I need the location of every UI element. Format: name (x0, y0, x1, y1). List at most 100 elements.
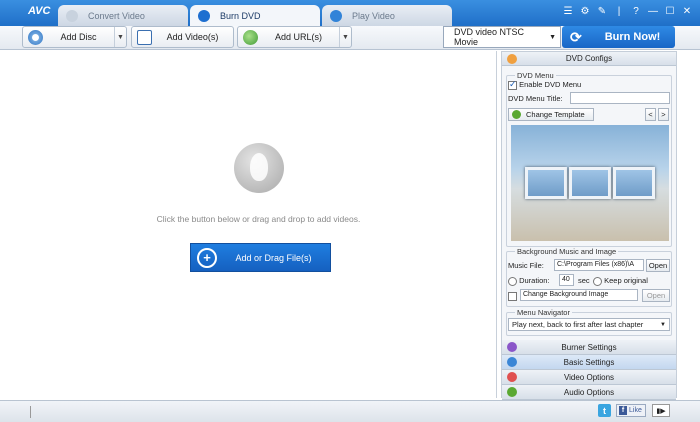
add-disc-button[interactable]: Add Disc ▼ (22, 26, 127, 48)
change-bg-field[interactable]: Change Background Image (520, 289, 638, 301)
video-options-label: Video Options (563, 372, 615, 382)
menu-navigator-value: Play next, back to first after last chap… (512, 320, 644, 329)
play-icon (330, 9, 342, 22)
template-frame (613, 167, 655, 199)
tab-play-video[interactable]: Play Video (322, 5, 452, 26)
video-drop-area[interactable]: Click the button below or drag and drop … (20, 51, 497, 398)
add-files-button[interactable]: + Add or Drag File(s) (190, 243, 331, 272)
film-add-icon (137, 29, 152, 45)
video-options-header[interactable]: Video Options (502, 370, 676, 385)
disc-add-icon (28, 29, 43, 45)
title-bar: AVC Convert Video Burn DVD Play Video ☰ … (0, 0, 700, 26)
music-open-button[interactable]: Open (646, 259, 670, 272)
chevron-down-icon: ▼ (660, 321, 666, 328)
dvd-configs-header[interactable]: DVD Configs (502, 52, 676, 66)
status-bar (0, 400, 700, 422)
facebook-icon: f (619, 406, 627, 415)
template-icon (512, 110, 521, 119)
dvd-configs-label: DVD Configs (565, 54, 613, 63)
enable-dvd-menu-checkbox[interactable] (508, 79, 517, 90)
duration-label: Duration: (519, 276, 550, 285)
convert-icon (66, 9, 78, 22)
duration-radio[interactable] (508, 276, 517, 286)
chevron-down-icon[interactable]: ▼ (339, 27, 351, 47)
twitter-icon[interactable]: t (598, 404, 611, 417)
change-bg-row (508, 291, 517, 301)
template-frame (525, 167, 567, 199)
settings-panel: DVD Configs DVD Menu Enable DVD Menu DVD… (501, 51, 677, 400)
gear-icon[interactable]: ⚙ (580, 6, 590, 17)
close-icon[interactable]: ✕ (682, 6, 692, 17)
change-template-label: Change Template (526, 110, 585, 119)
burn-now-label: Burn Now! (604, 31, 661, 43)
add-urls-label: Add URL(s) (274, 32, 322, 42)
audio-options-label: Audio Options (563, 387, 615, 397)
tab-burn-dvd[interactable]: Burn DVD (190, 5, 320, 26)
dvd-menu-title-label: DVD Menu Title: (508, 94, 563, 103)
bg-music-group-label: Background Music and Image (515, 247, 619, 256)
burner-icon (507, 342, 517, 352)
keep-original-row: Keep original (593, 276, 648, 286)
basic-settings-icon (507, 357, 517, 367)
burn-flame-icon (234, 143, 284, 193)
basic-settings-label: Basic Settings (563, 357, 615, 367)
facebook-like-button[interactable]: f Like (616, 404, 646, 417)
disc-icon (198, 9, 210, 22)
tab-convert-video[interactable]: Convert Video (58, 5, 188, 26)
toolbar: Add Disc ▼ Add Video(s) Add URL(s) ▼ DVD… (0, 26, 700, 50)
separator: | (617, 6, 621, 17)
help-icon[interactable]: ? (631, 6, 641, 17)
video-options-icon (507, 372, 517, 382)
bg-open-button[interactable]: Open (642, 289, 670, 302)
facebook-like-label: Like (629, 407, 642, 414)
wrench-icon[interactable]: ✎ (597, 6, 607, 17)
add-videos-button[interactable]: Add Video(s) (131, 26, 234, 48)
menu-navigator-select[interactable]: Play next, back to first after last chap… (508, 318, 670, 331)
change-template-button[interactable]: Change Template (508, 108, 594, 121)
profile-value: DVD video NTSC Movie (454, 27, 525, 47)
keep-original-radio[interactable] (593, 276, 602, 286)
basic-settings-header[interactable]: Basic Settings (502, 355, 676, 370)
template-next-button[interactable]: > (658, 108, 669, 121)
drop-hint: Click the button below or drag and drop … (156, 214, 361, 224)
add-urls-button[interactable]: Add URL(s) ▼ (237, 26, 352, 48)
audio-options-header[interactable]: Audio Options (502, 385, 676, 400)
dvd-menu-group-label: DVD Menu (515, 71, 556, 80)
dvd-menu-title-input[interactable] (570, 92, 670, 104)
burner-settings-label: Burner Settings (561, 342, 617, 352)
template-preview-image (511, 125, 669, 241)
burner-settings-header[interactable]: Burner Settings (502, 340, 676, 355)
keep-original-label: Keep original (604, 276, 648, 285)
music-file-input[interactable]: C:\Program Files (x86)\A (554, 259, 644, 271)
tab-label: Burn DVD (220, 10, 261, 21)
template-frame (569, 167, 611, 199)
window-controls: ☰ ⚙ ✎ | ? — ☐ ✕ (563, 6, 692, 17)
app-logo: AVC (28, 5, 51, 17)
change-bg-checkbox[interactable] (508, 291, 517, 301)
add-disc-label: Add Disc (60, 32, 97, 42)
add-videos-label: Add Video(s) (166, 32, 219, 42)
music-file-label: Music File: (508, 261, 544, 270)
add-files-label: Add or Drag File(s) (235, 252, 312, 263)
minimize-icon[interactable]: — (648, 6, 658, 17)
enable-dvd-menu-label: Enable DVD Menu (519, 80, 582, 89)
player-toggle-icon[interactable]: ▮▶ (652, 404, 670, 417)
list-icon[interactable]: ☰ (563, 6, 573, 17)
output-profile-select[interactable]: DVD video NTSC Movie ▼ (443, 26, 561, 48)
globe-add-icon (243, 29, 258, 45)
menu-navigator-label: Menu Navigator (515, 308, 572, 317)
template-prev-button[interactable]: < (645, 108, 656, 121)
dvd-config-icon (507, 54, 517, 64)
duration-input[interactable]: 40 (559, 274, 574, 286)
refresh-icon: ⟳ (570, 28, 582, 45)
status-separator (30, 406, 31, 418)
chevron-down-icon: ▼ (549, 33, 556, 41)
enable-dvd-menu[interactable]: Enable DVD Menu (508, 79, 582, 90)
sec-label: sec (578, 276, 590, 285)
maximize-icon[interactable]: ☐ (665, 6, 675, 17)
burn-now-button[interactable]: ⟳ Burn Now! (562, 26, 675, 48)
duration-row: Duration: (508, 276, 550, 286)
audio-options-icon (507, 387, 517, 397)
plus-icon: + (197, 247, 217, 268)
chevron-down-icon[interactable]: ▼ (114, 27, 126, 47)
